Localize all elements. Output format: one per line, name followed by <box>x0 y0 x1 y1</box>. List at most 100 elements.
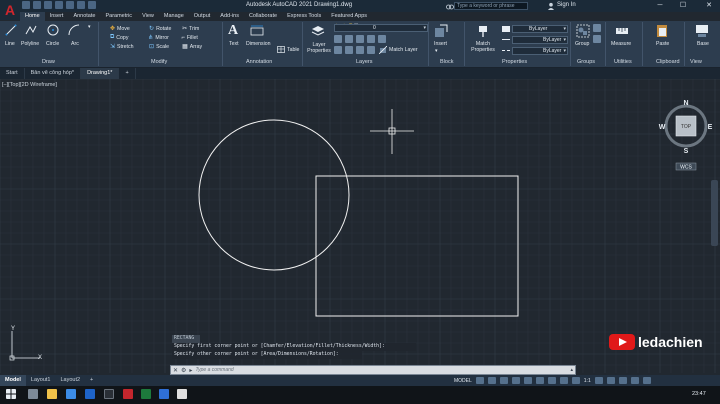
clean-screen-icon[interactable] <box>630 377 639 384</box>
ribbon-tab-view[interactable]: View <box>137 12 159 21</box>
ribbon-tab-insert[interactable]: Insert <box>45 12 69 21</box>
annotation-icon[interactable] <box>571 377 580 384</box>
isolate-icon[interactable] <box>606 377 615 384</box>
app-icon[interactable] <box>104 389 114 399</box>
close-button[interactable]: ✕ <box>703 1 715 10</box>
move-tool[interactable]: Move <box>117 26 147 32</box>
layer-freeze-icon[interactable] <box>356 35 364 43</box>
close-command-icon[interactable]: ✕ <box>173 367 178 374</box>
insert-block-icon[interactable] <box>434 24 448 38</box>
ribbon-tab-add-ins[interactable]: Add-ins <box>215 12 244 21</box>
autocad-taskbar-icon[interactable] <box>123 389 133 399</box>
file-tab[interactable]: Start <box>0 68 25 79</box>
text-icon[interactable]: A <box>228 23 238 39</box>
viewport-controls[interactable]: [–][Top][2D Wireframe] <box>2 82 57 88</box>
layer-properties-icon[interactable] <box>311 24 325 38</box>
wrench-icon[interactable]: ⚙ <box>181 367 186 374</box>
match-properties-icon[interactable] <box>476 24 490 38</box>
new-tab-button[interactable]: + <box>119 68 136 79</box>
ribbon-tab-output[interactable]: Output <box>189 12 216 21</box>
task-view-icon[interactable] <box>28 389 38 399</box>
modify-panel-title[interactable]: Modify <box>151 59 167 65</box>
navigation-bar[interactable] <box>711 180 718 246</box>
paste-tool[interactable]: Paste <box>656 41 669 47</box>
text-tool[interactable]: Text <box>229 41 239 47</box>
layout-tab[interactable]: Layout1 <box>26 375 56 386</box>
circle-icon[interactable] <box>47 24 59 36</box>
word-icon[interactable] <box>85 389 95 399</box>
utilities-panel-title[interactable]: Utilities <box>614 59 632 65</box>
grid-icon[interactable] <box>475 377 484 384</box>
minimize-button[interactable]: ─ <box>654 1 666 10</box>
line-icon[interactable] <box>5 24 17 36</box>
more-draw-icon[interactable]: ▾ <box>88 24 91 30</box>
ungroup-icon[interactable] <box>593 24 601 32</box>
mirror-tool[interactable]: Mirror <box>155 35 179 41</box>
ribbon-tab-collaborate[interactable]: Collaborate <box>244 12 282 21</box>
customization-menu-icon[interactable] <box>642 377 651 384</box>
base-view-icon[interactable] <box>695 23 709 38</box>
compass-north[interactable]: N <box>683 100 688 107</box>
paste-icon[interactable] <box>656 23 668 38</box>
new-icon[interactable] <box>22 1 30 9</box>
layer-off-icon[interactable] <box>334 35 342 43</box>
annotation-scale[interactable]: 1:1 <box>584 378 591 384</box>
new-layout-button[interactable]: + <box>85 375 98 386</box>
chevron-up-icon[interactable]: ▴ <box>570 367 575 373</box>
layer-unlock-icon[interactable] <box>367 46 375 54</box>
search-input[interactable]: Type a keyword or phrase <box>454 2 528 10</box>
ortho-icon[interactable] <box>499 377 508 384</box>
file-tab[interactable]: Drawing1* <box>81 68 120 79</box>
copy-tool[interactable]: Copy <box>116 35 146 41</box>
group-icon[interactable] <box>576 24 590 38</box>
ribbon-tab-parametric[interactable]: Parametric <box>100 12 137 21</box>
group-edit-icon[interactable] <box>593 35 601 43</box>
block-panel-title[interactable]: Block <box>440 59 453 65</box>
layers-panel-title[interactable]: Layers <box>356 59 373 65</box>
fillet-tool[interactable]: Fillet <box>187 35 198 41</box>
save-as-icon[interactable] <box>55 1 63 9</box>
hardware-acceleration-icon[interactable] <box>618 377 627 384</box>
ribbon-tab-home[interactable]: Home <box>20 12 45 21</box>
match-layer-icon[interactable] <box>379 46 387 54</box>
redo-icon[interactable] <box>88 1 96 9</box>
layer-thaw-icon[interactable] <box>356 46 364 54</box>
arc-tool[interactable]: Arc <box>71 41 79 47</box>
ribbon-tab-annotate[interactable]: Annotate <box>68 12 100 21</box>
view-panel-title[interactable]: View <box>690 59 702 65</box>
maximize-button[interactable]: ☐ <box>677 1 689 10</box>
annotation-panel-title[interactable]: Annotation <box>246 59 272 65</box>
lineweight-dropdown[interactable]: ByLayer ▾ <box>512 35 568 44</box>
layer-properties-tool[interactable]: Layer Properties <box>304 42 334 54</box>
application-menu-button[interactable]: A <box>0 0 20 20</box>
outlook-icon[interactable] <box>159 389 169 399</box>
ribbon-tab-manage[interactable]: Manage <box>159 12 189 21</box>
layer-on-icon[interactable] <box>334 46 342 54</box>
workspace-gear-icon[interactable] <box>594 377 603 384</box>
dimension-tool[interactable]: Dimension <box>246 41 271 47</box>
linetype-dropdown[interactable]: ByLayer ▾ <box>512 46 568 55</box>
ribbon-tab-featured-apps[interactable]: Featured Apps <box>326 12 372 21</box>
layer-lock-icon[interactable] <box>367 35 375 43</box>
table-icon[interactable] <box>277 46 285 53</box>
polar-icon[interactable] <box>511 377 520 384</box>
layer-uniso-icon[interactable] <box>345 46 353 54</box>
polyline-icon[interactable] <box>25 24 37 36</box>
stretch-tool[interactable]: Stretch <box>117 44 147 50</box>
wcs-menu[interactable]: WCS <box>680 165 692 171</box>
windows-start-icon[interactable] <box>6 389 16 399</box>
notepad-icon[interactable] <box>177 389 187 399</box>
selection-cycling-icon[interactable] <box>559 377 568 384</box>
file-tab[interactable]: Bản vẽ công hóp* <box>25 68 82 79</box>
file-explorer-icon[interactable] <box>47 389 57 399</box>
draw-panel-title[interactable]: Draw <box>42 59 55 65</box>
compass-west[interactable]: W <box>659 124 666 131</box>
open-icon[interactable] <box>33 1 41 9</box>
drawing-canvas[interactable]: Y X TOP N S W E WCS <box>0 79 720 373</box>
viewcube-top-face[interactable]: TOP <box>681 124 692 130</box>
measure-tool[interactable]: Measure <box>611 41 631 47</box>
osnap-icon[interactable] <box>523 377 532 384</box>
command-input[interactable]: Type a command <box>195 366 233 374</box>
arc-icon[interactable] <box>68 24 80 36</box>
system-clock[interactable]: 23:47 <box>692 391 706 397</box>
